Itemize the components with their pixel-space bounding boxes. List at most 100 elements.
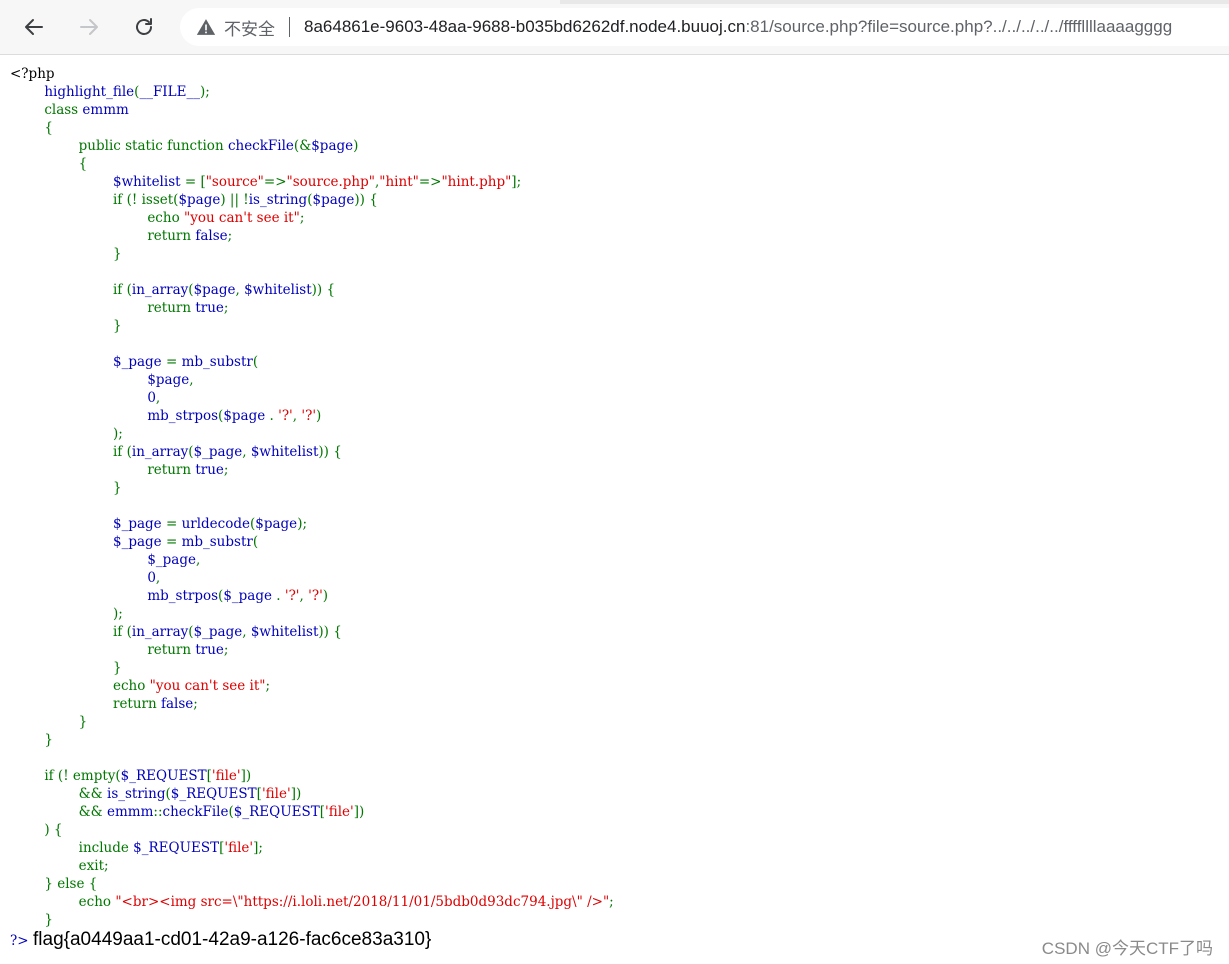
code-token: in_array <box>131 282 189 298</box>
code-token: )) { <box>318 624 342 640</box>
code-token: emmm <box>107 804 154 820</box>
code-line: echo "<br><img src=\"https://i.loli.net/… <box>10 893 614 911</box>
code-token: "source" <box>205 174 264 190</box>
code-token: "<br><img src=\"https://i.loli.net/2018/… <box>115 894 610 910</box>
code-token: ); <box>10 606 123 622</box>
code-token: $_page <box>10 516 166 532</box>
tab-strip <box>0 0 1229 4</box>
code-token: is_string <box>107 786 166 802</box>
code-token: return <box>10 228 196 244</box>
code-token: emmm <box>82 102 129 118</box>
code-line: ); <box>10 605 614 623</box>
code-token: ]; <box>511 174 522 190</box>
code-token: ; <box>227 228 233 244</box>
code-token: ; <box>265 678 271 694</box>
code-token: ) <box>322 588 329 604</box>
code-token: $_page <box>10 534 166 550</box>
code-token: . <box>269 408 279 424</box>
php-closing-tag: ?> <box>10 933 29 949</box>
code-line: exit; <box>10 857 614 875</box>
code-token: $page <box>193 282 236 298</box>
code-token: false <box>161 696 194 712</box>
code-token: $_page <box>193 444 243 460</box>
address-bar[interactable]: 不安全 8a64861e-9603-48aa-9688-b035bd6262df… <box>180 8 1229 46</box>
code-line: $_page = mb_substr( <box>10 353 614 371</box>
code-token: true <box>195 642 224 658</box>
code-token: 0 <box>10 390 156 406</box>
code-token: return <box>10 642 196 658</box>
code-token: , <box>242 444 251 460</box>
url-text[interactable]: 8a64861e-9603-48aa-9688-b035bd6262df.nod… <box>304 17 1172 37</box>
code-token: )) { <box>311 282 336 298</box>
code-token: } else { <box>10 876 98 892</box>
code-line: <?php <box>10 65 614 83</box>
code-token: $_page <box>193 624 243 640</box>
code-token: mb_substr <box>181 534 253 550</box>
csdn-watermark: CSDN @今天CTF了吗 <box>1041 939 1213 958</box>
warning-triangle-icon[interactable] <box>196 17 216 37</box>
security-status-label[interactable]: 不安全 <box>224 15 275 40</box>
code-token: (& <box>293 138 312 154</box>
code-token: return <box>10 300 196 316</box>
code-token: ]) <box>353 804 365 820</box>
code-line: } <box>10 479 614 497</box>
code-token: "source.php" <box>286 174 375 190</box>
code-token: <?php <box>10 66 55 82</box>
code-token: urldecode <box>181 516 250 532</box>
code-line: } <box>10 731 614 749</box>
active-tab-edge[interactable] <box>0 0 560 4</box>
code-token: => <box>263 174 287 190</box>
code-line: ); <box>10 425 614 443</box>
code-line: if (in_array($_page, $whitelist)) { <box>10 443 614 461</box>
code-token: if ( <box>10 282 132 298</box>
code-line: if (in_array($page, $whitelist)) { <box>10 281 614 299</box>
code-token: => <box>418 174 442 190</box>
code-token: ; <box>223 462 229 478</box>
code-token: checkFile <box>162 804 229 820</box>
code-line: { <box>10 119 614 137</box>
code-token: , <box>235 282 245 298</box>
code-token: && <box>10 786 107 802</box>
code-line: mb_strpos($page . '?', '?') <box>10 407 614 425</box>
code-token: $_REQUEST <box>170 786 257 802</box>
arrow-right-icon <box>80 19 98 35</box>
code-line: $page, <box>10 371 614 389</box>
code-token: ; <box>223 300 229 316</box>
code-line: return false; <box>10 695 614 713</box>
code-line: ) { <box>10 821 614 839</box>
code-line: } <box>10 659 614 677</box>
code-token: ( <box>252 534 259 550</box>
code-token: ); <box>199 84 210 100</box>
code-token: return <box>10 462 196 478</box>
code-token: ]; <box>253 840 263 856</box>
code-line: $_page = mb_substr( <box>10 533 614 551</box>
code-token: $whitelist <box>250 444 319 460</box>
code-line: return true; <box>10 299 614 317</box>
code-line: if (! empty($_REQUEST['file']) <box>10 767 614 785</box>
code-token: "hint.php" <box>441 174 512 190</box>
reload-icon <box>136 18 152 35</box>
code-token: , <box>155 390 161 406</box>
code-token: ; <box>193 696 198 712</box>
back-button[interactable] <box>17 10 51 44</box>
code-token: false <box>195 228 228 244</box>
code-line: return true; <box>10 641 614 659</box>
code-token: echo <box>10 678 150 694</box>
code-line: return false; <box>10 227 614 245</box>
code-token: __FILE__ <box>139 84 200 100</box>
code-line: $_page = urldecode($page); <box>10 515 614 533</box>
reload-button[interactable] <box>127 10 161 44</box>
forward-button[interactable] <box>72 10 106 44</box>
code-line: echo "you can't see it"; <box>10 209 614 227</box>
code-token: } <box>10 660 122 676</box>
code-token: $page <box>312 192 355 208</box>
code-token: if ( <box>10 444 132 460</box>
code-token: )) { <box>354 192 378 208</box>
code-token: if (! empty( <box>10 768 121 784</box>
code-token: ); <box>10 426 123 442</box>
code-token: checkFile <box>227 138 294 154</box>
code-line: 0, <box>10 389 614 407</box>
code-token: $page <box>178 192 221 208</box>
